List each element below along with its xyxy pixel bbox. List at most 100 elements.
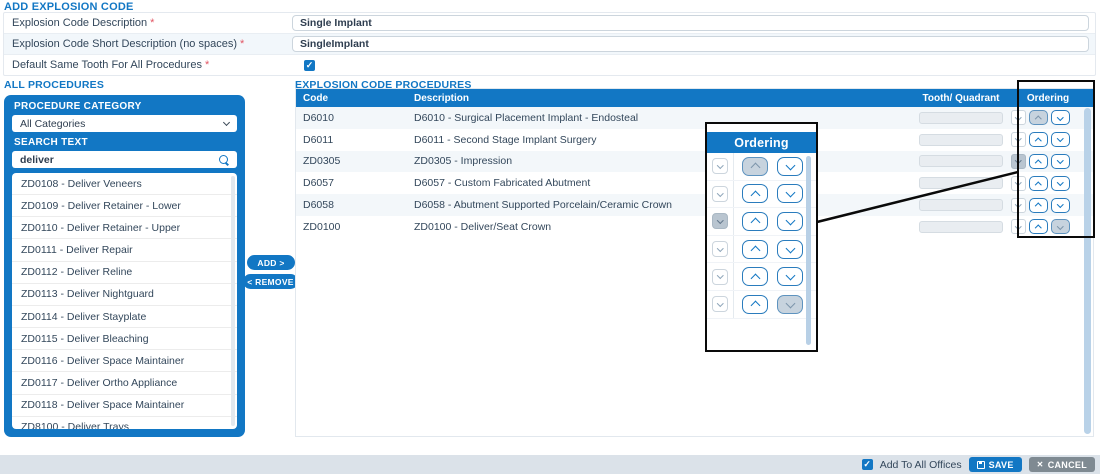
header-description: Description [414,92,470,104]
chevron-down-icon [785,160,795,171]
row-code: ZD0100 [303,220,341,233]
procedure-category-label: PROCEDURE CATEGORY [14,101,142,112]
procedure-category-select[interactable]: All Categories [12,115,237,132]
table-row[interactable]: ZD0305 ZD0305 - Impression [296,150,1093,173]
move-up-button [742,184,768,204]
list-scrollbar[interactable] [231,176,235,426]
move-up-button [742,267,768,287]
row-code: D6058 [303,199,334,212]
chevron-down-icon [716,244,724,252]
tooth-quadrant-input[interactable] [919,111,1003,124]
row-description: D6010 - Surgical Placement Implant - End… [414,111,639,124]
callout-scrollbar [806,156,811,345]
default-same-tooth-checkbox[interactable]: ✓ [304,59,315,71]
tooth-quadrant-input[interactable] [919,133,1003,146]
move-up-button [742,294,768,314]
short-description-input[interactable] [292,36,1089,52]
list-item[interactable]: ZD0108 - Deliver Veneers [12,173,237,196]
list-item[interactable]: ZD0117 - Deliver Ortho Appliance [12,372,237,395]
move-up-button [742,156,768,176]
search-input[interactable]: deliver [12,151,237,168]
callout-ordering-header: Ordering [707,132,816,153]
list-item[interactable]: ZD0114 - Deliver Stayplate [12,306,237,329]
cancel-button[interactable]: ✕ CANCEL [1028,457,1095,472]
save-button-label: SAVE [988,459,1014,470]
move-down-button [777,294,803,314]
add-to-all-offices-checkbox[interactable]: ✓ [861,459,873,470]
save-button[interactable]: SAVE [968,457,1022,472]
cancel-button-label: CANCEL [1047,459,1087,470]
explosion-code-procedures-table: Code Description Tooth/ Quadrant Orderin… [295,88,1094,437]
form-row-short-description: Explosion Code Short Description (no spa… [4,34,1095,55]
all-procedures-title: ALL PROCEDURES [4,79,105,91]
list-item[interactable]: ZD8100 - Deliver Trays [12,417,237,429]
ordering-select [712,268,728,285]
list-item[interactable]: ZD0111 - Deliver Repair [12,239,237,262]
add-to-all-offices-label: Add To All Offices [879,458,962,471]
row-description: ZD0100 - Deliver/Seat Crown [414,220,552,233]
row-description: ZD0305 - Impression [414,155,513,168]
chevron-down-icon [785,298,795,309]
tooth-quadrant-input[interactable] [919,155,1003,168]
callout-row [707,153,816,181]
list-item[interactable]: ZD0115 - Deliver Bleaching [12,328,237,351]
list-item[interactable]: ZD0110 - Deliver Retainer - Upper [12,217,237,240]
row-code: D6057 [303,177,334,190]
required-mark: * [150,17,155,29]
search-icon [219,154,229,165]
add-button[interactable]: ADD > [247,255,295,270]
table-row[interactable]: D6058 D6058 - Abutment Supported Porcela… [296,194,1093,216]
move-down-button [777,267,803,287]
form-row-default-same-tooth: Default Same Tooth For All Procedures * ✓ [4,55,1095,75]
chevron-down-icon [716,189,724,197]
ordering-select [712,296,728,313]
chevron-down-icon [716,300,724,307]
callout-row [707,235,816,264]
move-down-button [777,239,803,259]
move-up-button [742,239,768,259]
chevron-down-icon [716,272,724,279]
tooth-quadrant-input[interactable] [919,220,1003,233]
ordering-select [712,241,728,258]
list-item[interactable]: ZD0116 - Deliver Space Maintainer [12,350,237,373]
row-description: D6057 - Custom Fabricated Abutment [414,177,591,190]
chevron-up-icon [750,273,760,284]
chevron-up-icon [750,245,760,256]
header-tooth-quadrant: Tooth/ Quadrant [922,92,1000,104]
table-row[interactable]: D6011 D6011 - Second Stage Implant Surge… [296,129,1093,151]
table-row[interactable]: ZD0100 ZD0100 - Deliver/Seat Crown [296,216,1093,238]
procedures-list: ZD0108 - Deliver Veneers ZD0109 - Delive… [12,173,237,429]
description-label: Explosion Code Description [12,17,148,29]
chevron-down-icon [785,187,795,198]
tooth-quadrant-input[interactable] [919,199,1003,212]
description-input[interactable] [292,15,1089,31]
default-same-tooth-label: Default Same Tooth For All Procedures [12,59,202,71]
row-code: D6011 [303,133,334,146]
all-procedures-panel: PROCEDURE CATEGORY All Categories SEARCH… [4,95,245,437]
table-row[interactable]: D6010 D6010 - Surgical Placement Implant… [296,107,1093,129]
remove-button[interactable]: < REMOVE [243,274,298,289]
ordering-annotation-rect [1017,80,1095,238]
chevron-down-icon [785,270,795,281]
ordering-callout: Ordering [705,122,818,352]
tooth-quadrant-input[interactable] [919,177,1003,190]
move-up-button [742,211,768,231]
header-code: Code [303,92,328,104]
row-description: D6058 - Abutment Supported Porcelain/Cer… [414,199,672,212]
list-item[interactable]: ZD0118 - Deliver Space Maintainer [12,395,237,417]
row-description: D6011 - Second Stage Implant Surgery [414,133,597,146]
move-down-button [777,211,803,231]
ordering-select [712,185,728,202]
list-item[interactable]: ZD0112 - Deliver Reline [12,262,237,284]
save-icon [976,460,985,469]
required-mark: * [240,38,245,50]
move-down-button [777,156,803,176]
table-row[interactable]: D6057 D6057 - Custom Fabricated Abutment [296,172,1093,194]
ordering-select [712,158,728,175]
list-item[interactable]: ZD0109 - Deliver Retainer - Lower [12,195,237,218]
chevron-up-icon [750,218,760,228]
list-item[interactable]: ZD0113 - Deliver Nightguard [12,284,237,306]
chevron-up-icon [750,190,760,201]
form-row-description: Explosion Code Description * [4,13,1095,34]
footer-bar: ✓ Add To All Offices SAVE ✕ CANCEL [0,455,1100,474]
